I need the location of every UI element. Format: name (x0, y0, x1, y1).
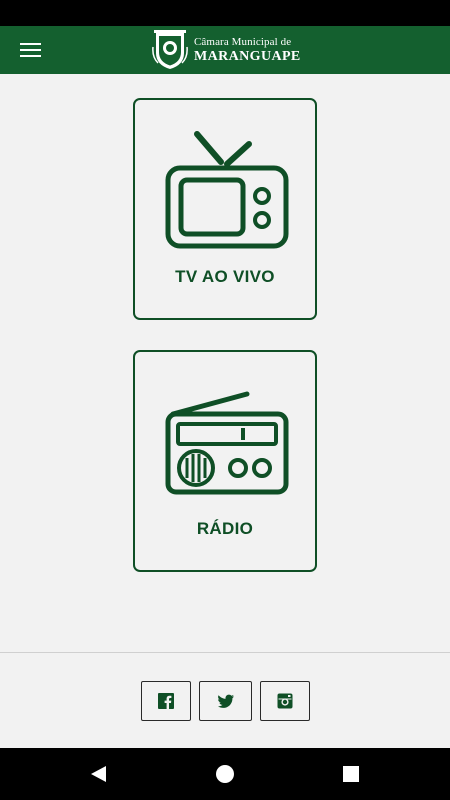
tv-live-label: TV AO VIVO (175, 267, 275, 286)
twitter-icon (217, 694, 234, 708)
brand-title-line1: Câmara Municipal de (194, 35, 292, 48)
back-triangle-icon (91, 766, 106, 782)
tv-icon (165, 131, 289, 249)
back-button[interactable] (86, 762, 110, 786)
radio-card[interactable]: RÁDIO (133, 350, 317, 572)
twitter-button[interactable] (199, 681, 252, 721)
facebook-button[interactable] (141, 681, 191, 721)
menu-button[interactable] (12, 34, 48, 66)
brand-title-line2: MARANGUAPE (194, 48, 301, 64)
facebook-icon (158, 693, 174, 709)
brand-logo: Câmara Municipal de MARANGUAPE (152, 28, 301, 72)
recent-square-icon (343, 766, 359, 782)
recent-apps-button[interactable] (339, 762, 363, 786)
android-nav-bar (0, 748, 450, 800)
tv-live-card[interactable]: TV AO VIVO (133, 98, 317, 320)
city-crest-icon (152, 30, 188, 69)
home-button[interactable] (213, 762, 237, 786)
hamburger-menu-icon-line (19, 49, 41, 51)
status-bar (0, 0, 450, 26)
radio-icon (165, 391, 289, 495)
instagram-icon (277, 693, 293, 709)
radio-label: RÁDIO (196, 519, 254, 538)
footer-divider (0, 652, 450, 653)
hamburger-menu-icon-line (19, 55, 41, 57)
hamburger-menu-icon (19, 43, 41, 45)
app-bar: Câmara Municipal de MARANGUAPE (0, 26, 450, 74)
instagram-button[interactable] (260, 681, 310, 721)
home-circle-icon (216, 765, 234, 783)
